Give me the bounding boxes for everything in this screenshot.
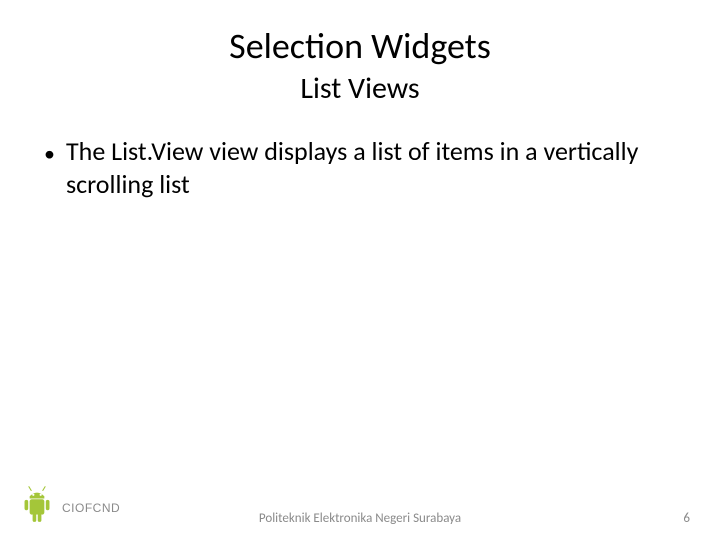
footer: Politeknik Elektronika Negeri Surabaya [0, 511, 720, 526]
bullet-dot-icon [44, 135, 66, 200]
list-item: The List.View view displays a list of it… [44, 135, 680, 200]
bullet-list: The List.View view displays a list of it… [40, 135, 680, 200]
slide-title: Selection Widgets [40, 24, 680, 68]
slide-subtitle: List Views [40, 70, 680, 107]
bullet-text: The List.View view displays a list of it… [66, 135, 680, 200]
footer-text: Politeknik Elektronika Negeri Surabaya [259, 511, 461, 526]
slide: Selection Widgets List Views The List.Vi… [0, 0, 720, 540]
page-number: 6 [683, 511, 690, 526]
